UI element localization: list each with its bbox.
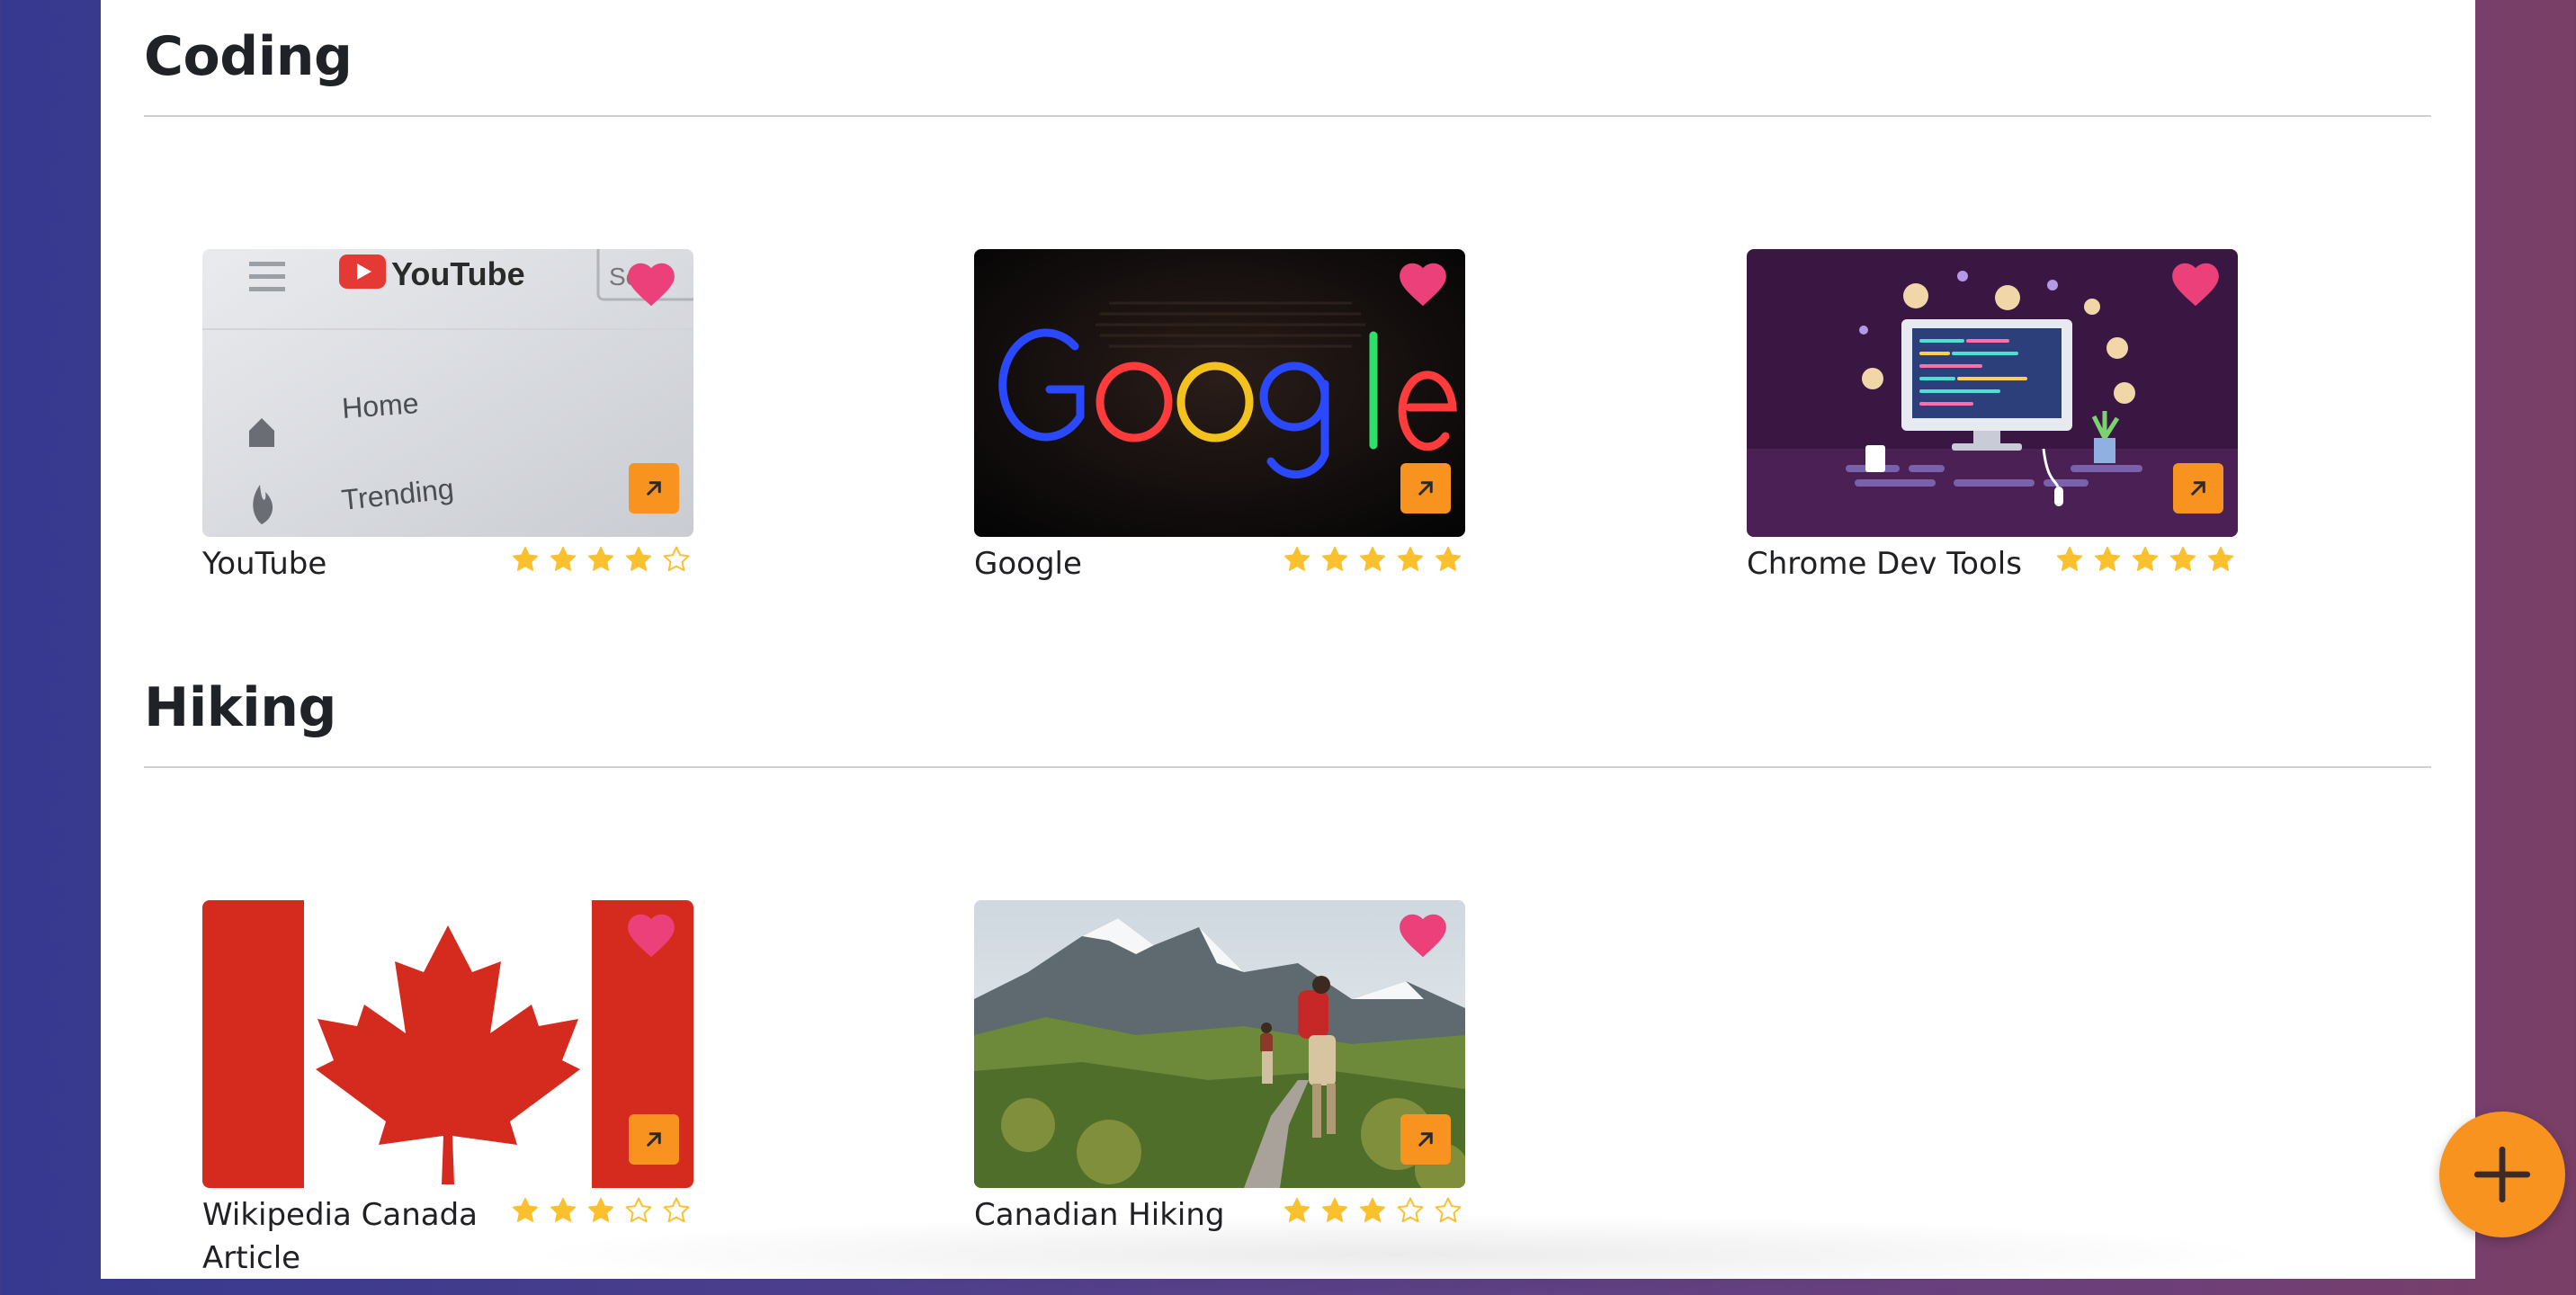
section-title-coding: Coding xyxy=(144,25,353,88)
arrow-up-right-icon xyxy=(1418,1132,1433,1147)
card-title[interactable]: Google xyxy=(974,542,1271,585)
card-thumbnail-google[interactable] xyxy=(974,249,1465,537)
arrow-up-right-icon xyxy=(1418,481,1433,496)
star-filled-icon[interactable] xyxy=(586,544,616,575)
star-filled-icon[interactable] xyxy=(1433,544,1463,575)
star-filled-icon[interactable] xyxy=(2205,544,2236,575)
star-rating[interactable] xyxy=(1282,544,1463,575)
card-thumbnail-canada[interactable] xyxy=(202,900,693,1188)
bookmark-card[interactable]: YouTube Se Home Trending YouTube xyxy=(202,249,693,618)
arrow-up-right-icon xyxy=(2191,481,2205,496)
star-filled-icon[interactable] xyxy=(2168,544,2198,575)
arrow-up-right-icon xyxy=(647,1132,661,1147)
star-filled-icon[interactable] xyxy=(2092,544,2123,575)
star-filled-icon[interactable] xyxy=(548,544,578,575)
developer-desk-illustration xyxy=(1747,249,2238,537)
bookmark-card[interactable]: Chrome Dev Tools xyxy=(1747,249,2238,618)
star-filled-icon[interactable] xyxy=(1357,544,1388,575)
bottom-shadow xyxy=(514,1214,2277,1295)
section-divider xyxy=(144,115,2431,117)
favorite-heart-icon[interactable] xyxy=(1395,256,1451,312)
svg-text:Home: Home xyxy=(341,387,420,424)
open-link-button[interactable] xyxy=(1400,463,1451,514)
favorite-heart-icon[interactable] xyxy=(2168,256,2223,312)
canada-flag-image xyxy=(202,900,693,1188)
open-link-button[interactable] xyxy=(1400,1114,1451,1165)
star-filled-icon[interactable] xyxy=(1319,544,1350,575)
star-rating[interactable] xyxy=(2054,544,2236,575)
section-title-hiking: Hiking xyxy=(144,676,336,739)
star-filled-icon[interactable] xyxy=(1282,544,1312,575)
add-bookmark-button[interactable] xyxy=(2439,1112,2565,1237)
star-filled-icon[interactable] xyxy=(2130,544,2160,575)
star-empty-icon[interactable] xyxy=(661,544,692,575)
card-thumbnail-chrome-dev-tools[interactable] xyxy=(1747,249,2238,537)
star-rating[interactable] xyxy=(510,544,692,575)
favorite-heart-icon[interactable] xyxy=(623,256,679,312)
card-thumbnail-canadian-hiking[interactable] xyxy=(974,900,1465,1188)
card-title[interactable]: Wikipedia Canada Article xyxy=(202,1193,499,1280)
favorite-heart-icon[interactable] xyxy=(623,907,679,963)
section-divider xyxy=(144,766,2431,768)
open-link-button[interactable] xyxy=(629,463,679,514)
card-title[interactable]: Chrome Dev Tools xyxy=(1747,542,2044,585)
plus-icon xyxy=(2473,1146,2531,1203)
star-filled-icon[interactable] xyxy=(510,544,541,575)
card-thumbnail-youtube[interactable]: YouTube Se Home Trending xyxy=(202,249,693,537)
open-link-button[interactable] xyxy=(2173,463,2223,514)
star-filled-icon[interactable] xyxy=(2054,544,2085,575)
star-filled-icon[interactable] xyxy=(1395,544,1426,575)
svg-text:YouTube: YouTube xyxy=(391,255,525,292)
google-neon-logo-image xyxy=(974,249,1465,537)
arrow-up-right-icon xyxy=(647,481,661,496)
card-title[interactable]: YouTube xyxy=(202,542,499,585)
star-filled-icon[interactable] xyxy=(623,544,654,575)
open-link-button[interactable] xyxy=(629,1114,679,1165)
bookmark-card[interactable]: Google xyxy=(974,249,1465,618)
favorite-heart-icon[interactable] xyxy=(1395,907,1451,963)
main-panel: Coding YouTube Se Home Trending YouTube … xyxy=(101,0,2475,1295)
mountain-hikers-image xyxy=(974,900,1465,1188)
youtube-screenshot-image: YouTube Se Home Trending xyxy=(202,249,693,537)
